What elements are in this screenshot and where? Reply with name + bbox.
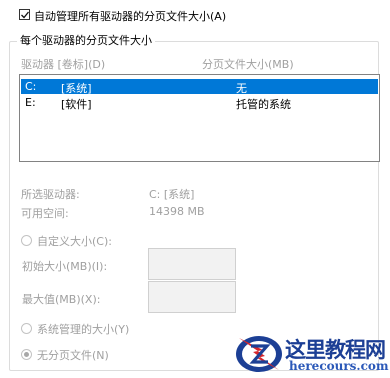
- auto-manage-checkbox[interactable]: [19, 9, 30, 20]
- custom-size-label[interactable]: 自定义大小(C):: [37, 233, 112, 249]
- custom-size-radio[interactable]: [21, 235, 32, 246]
- free-space-label: 可用空间:: [21, 207, 69, 220]
- radio-dot: [24, 352, 29, 357]
- drive-label: [软件]: [61, 98, 92, 111]
- selected-drive-label: 所选驱动器:: [21, 188, 80, 201]
- initial-size-label: 初始大小(MB)(I):: [22, 260, 108, 273]
- group-title: 每个驱动器的分页文件大小: [17, 32, 155, 48]
- initial-size-input[interactable]: [148, 248, 236, 280]
- drive-row-e[interactable]: E: [软件] 托管的系统: [21, 95, 378, 111]
- auto-manage-label[interactable]: 自动管理所有驱动器的分页文件大小(A): [34, 8, 226, 24]
- drive-letter: C:: [25, 80, 37, 93]
- checkmark-icon: [21, 11, 30, 19]
- system-managed-label[interactable]: 系统管理的大小(Y): [37, 321, 129, 337]
- drive-label: [系统]: [61, 82, 92, 95]
- free-space-value: 14398 MB: [149, 205, 205, 218]
- watermark-url: herecours.com: [289, 359, 389, 373]
- drive-size: 无: [236, 82, 247, 95]
- selected-drive-value: C: [系统]: [149, 188, 195, 201]
- size-column-header: 分页文件大小(MB): [202, 58, 294, 71]
- watermark: 这里教程网 herecours.com: [233, 328, 390, 378]
- site-logo-icon: [236, 336, 282, 372]
- drive-list[interactable]: C: [系统] 无 E: [软件] 托管的系统: [19, 74, 380, 162]
- no-paging-radio[interactable]: [21, 349, 32, 360]
- drive-column-header: 驱动器 [卷标](D): [21, 58, 106, 71]
- drive-row-c[interactable]: C: [系统] 无: [21, 79, 378, 95]
- no-paging-label[interactable]: 无分页文件(N): [37, 347, 109, 363]
- drive-letter: E:: [25, 96, 36, 109]
- drive-size: 托管的系统: [236, 98, 291, 111]
- max-size-label: 最大值(MB)(X):: [22, 293, 101, 306]
- max-size-input[interactable]: [148, 281, 236, 313]
- system-managed-radio[interactable]: [21, 323, 32, 334]
